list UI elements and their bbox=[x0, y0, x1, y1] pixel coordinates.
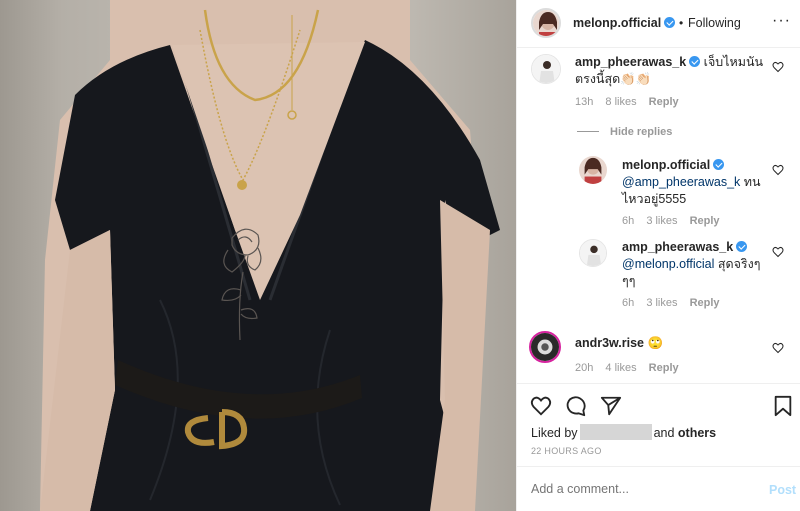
following-button[interactable]: Following bbox=[688, 16, 741, 30]
post-comment-button[interactable]: Post bbox=[769, 483, 796, 497]
avatar-image bbox=[580, 240, 606, 266]
reply-likes[interactable]: 3 likes bbox=[646, 297, 677, 309]
reply-text-line2: ๆๆ bbox=[622, 274, 636, 288]
avatar-image bbox=[531, 333, 559, 361]
comment-likes[interactable]: 4 likes bbox=[605, 362, 636, 374]
post-header: melonp.official • Following ··· bbox=[517, 0, 800, 48]
reply-mention[interactable]: @amp_pheerawas_k bbox=[622, 175, 740, 189]
liked-by-prefix: Liked by bbox=[531, 426, 578, 440]
comment-avatar[interactable] bbox=[531, 54, 561, 84]
bookmark-icon[interactable] bbox=[773, 395, 793, 417]
comment-body: andr3w.rise 🙄 bbox=[575, 335, 765, 352]
comment-reply-button[interactable]: Reply bbox=[649, 362, 679, 374]
comment-username[interactable]: amp_pheerawas_k bbox=[575, 55, 686, 69]
comment-text-line1: เจ็บไหมนัน bbox=[703, 55, 764, 69]
reply-reply-button[interactable]: Reply bbox=[690, 215, 720, 227]
like-comment-heart-icon[interactable] bbox=[772, 342, 784, 354]
header-username-text[interactable]: melonp.official bbox=[573, 16, 661, 30]
comment-username[interactable]: andr3w.rise bbox=[575, 336, 644, 350]
verified-badge-icon bbox=[689, 56, 701, 67]
header-separator: • bbox=[679, 16, 684, 30]
avatar-image bbox=[533, 10, 559, 36]
header-avatar[interactable] bbox=[531, 8, 561, 38]
reply-avatar[interactable] bbox=[579, 239, 607, 267]
verified-badge-icon bbox=[713, 159, 725, 170]
comment-body: amp_pheerawas_k เจ็บไหมนัน ตรงนี้สุด👏🏻👏🏻 bbox=[575, 54, 765, 88]
reply-meta: 6h 3 likes Reply bbox=[622, 215, 729, 227]
reply-text: สุดจริงๆ bbox=[714, 257, 761, 271]
actions-divider bbox=[517, 383, 800, 384]
redacted-username bbox=[579, 424, 652, 440]
avatar-image bbox=[532, 55, 560, 83]
comment-time: 20h bbox=[575, 362, 594, 374]
reply-username[interactable]: melonp.official bbox=[622, 158, 710, 172]
reply-time: 6h bbox=[622, 297, 635, 309]
comment-reply-button[interactable]: Reply bbox=[649, 96, 679, 108]
reply-body: melonp.official @amp_pheerawas_k ทน ไหวอ… bbox=[622, 157, 762, 208]
reply-text: ทน bbox=[740, 175, 761, 189]
comment-meta: 13h 8 likes Reply bbox=[575, 96, 688, 108]
like-comment-heart-icon[interactable] bbox=[772, 61, 784, 73]
post-timestamp[interactable]: 22 HOURS AGO bbox=[531, 446, 602, 456]
reply-body: amp_pheerawas_k @melonp.official สุดจริง… bbox=[622, 239, 762, 290]
liked-by-line: Liked by and others bbox=[531, 424, 716, 440]
like-reply-heart-icon[interactable] bbox=[772, 164, 784, 176]
liked-by-others-link[interactable]: others bbox=[678, 426, 716, 440]
comment-likes[interactable]: 8 likes bbox=[605, 96, 636, 108]
comment-icon[interactable] bbox=[565, 395, 587, 417]
reply-meta: 6h 3 likes Reply bbox=[622, 297, 729, 309]
hide-replies-button[interactable]: Hide replies bbox=[610, 126, 672, 138]
liked-by-and: and bbox=[653, 426, 675, 440]
post-photo[interactable] bbox=[0, 0, 516, 511]
heart-icon[interactable] bbox=[530, 395, 552, 417]
comment-avatar[interactable] bbox=[529, 331, 561, 363]
post-image-illustration bbox=[40, 0, 500, 511]
header-username[interactable]: melonp.official bbox=[573, 16, 676, 30]
reply-time: 6h bbox=[622, 215, 635, 227]
reply-username[interactable]: amp_pheerawas_k bbox=[622, 240, 733, 254]
share-icon[interactable] bbox=[600, 395, 622, 417]
reply-mention[interactable]: @melonp.official bbox=[622, 257, 714, 271]
reply-avatar[interactable] bbox=[579, 156, 607, 184]
comment-text-line2: ตรงนี้สุด👏🏻👏🏻 bbox=[575, 72, 652, 86]
reply-reply-button[interactable]: Reply bbox=[690, 297, 720, 309]
avatar-image bbox=[579, 156, 607, 184]
verified-badge-icon bbox=[664, 17, 676, 28]
reply-text-line2: ไหวอยู่5555 bbox=[622, 192, 687, 206]
comment-meta: 20h 4 likes Reply bbox=[575, 362, 688, 374]
comment-box-divider bbox=[517, 466, 800, 467]
comment-text: 🙄 bbox=[647, 336, 664, 350]
hide-replies-line bbox=[577, 131, 599, 132]
reply-likes[interactable]: 3 likes bbox=[646, 215, 677, 227]
verified-badge-icon bbox=[736, 241, 748, 252]
add-comment-input[interactable] bbox=[531, 482, 751, 496]
comment-time: 13h bbox=[575, 96, 594, 108]
like-reply-heart-icon[interactable] bbox=[772, 246, 784, 258]
more-options-icon[interactable]: ··· bbox=[772, 12, 791, 30]
post-side-panel: melonp.official • Following ··· amp_phee… bbox=[516, 0, 800, 511]
